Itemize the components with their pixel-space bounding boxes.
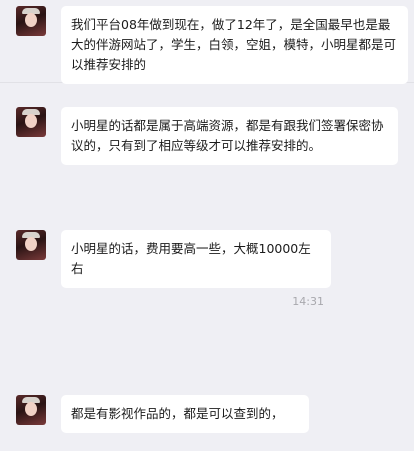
message-text: 都是有影视作品的，都是可以查到的， [71, 406, 284, 421]
message-text: 小明星的话都是属于高端资源，都是有跟我们签署保密协议的，只有到了相应等级才可以推… [71, 118, 384, 153]
avatar[interactable] [16, 230, 46, 260]
avatar-face [25, 402, 37, 416]
avatar-face [25, 114, 37, 128]
avatar-face [25, 237, 37, 251]
avatar[interactable] [16, 395, 46, 425]
message-text: 小明星的话，费用要高一些，大概10000左右 [71, 241, 311, 276]
message-bubble: 都是有影视作品的，都是可以查到的， [61, 395, 309, 433]
message-3: 小明星的话，费用要高一些，大概10000左右 [16, 230, 331, 288]
message-2: 小明星的话都是属于高端资源，都是有跟我们签署保密协议的，只有到了相应等级才可以推… [16, 107, 398, 165]
message-text: 我们平台08年做到现在，做了12年了，是全国最早也是最大的伴游网站了，学生，白领… [71, 17, 397, 72]
timestamp: 14:31 [292, 295, 324, 308]
message-bubble: 小明星的话，费用要高一些，大概10000左右 [61, 230, 331, 288]
avatar[interactable] [16, 107, 46, 137]
message-bubble: 小明星的话都是属于高端资源，都是有跟我们签署保密协议的，只有到了相应等级才可以推… [61, 107, 398, 165]
avatar-face [25, 13, 37, 27]
message-1: 我们平台08年做到现在，做了12年了，是全国最早也是最大的伴游网站了，学生，白领… [16, 6, 408, 84]
avatar[interactable] [16, 6, 46, 36]
message-4: 都是有影视作品的，都是可以查到的， [16, 395, 309, 433]
message-bubble: 我们平台08年做到现在，做了12年了，是全国最早也是最大的伴游网站了，学生，白领… [61, 6, 408, 84]
